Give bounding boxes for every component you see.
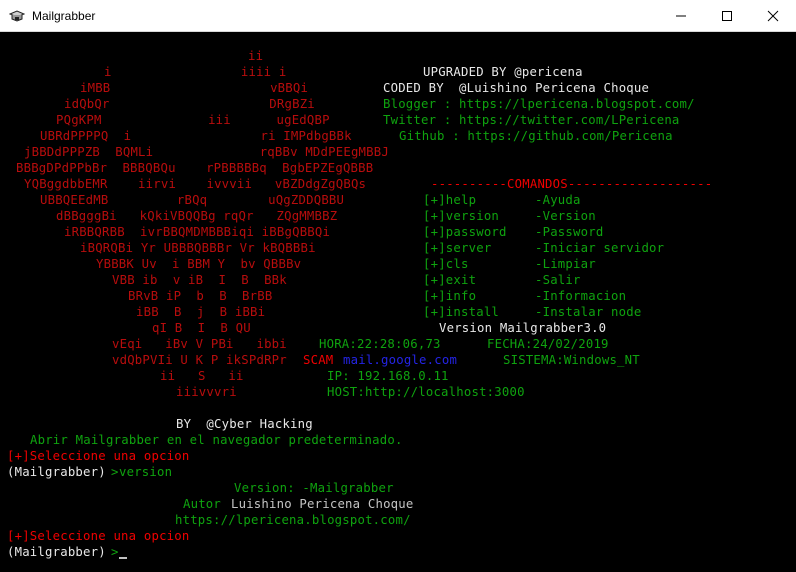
banner-art-line: idQbQr DRgBZi xyxy=(64,97,315,111)
banner-art-line: ii S ii xyxy=(160,369,244,383)
menu-desc-info: -Informacion xyxy=(535,289,627,303)
banner-art-line: BBBgDPdPPbBr BBBQBQu rPBBBBBq BgbEPZEgQB… xyxy=(16,161,374,175)
banner-art-line: iBQRQBi Yr UBBBQBBBr Vr kBQBBBi xyxy=(80,241,316,255)
autor-url: https://lpericena.blogspot.com/ xyxy=(175,513,411,527)
minimize-button[interactable] xyxy=(658,0,704,31)
menu-desc-help: -Ayuda xyxy=(535,193,581,207)
scam-label: SCAM xyxy=(303,353,334,367)
menu-cmd-exit: [+]exit xyxy=(423,273,477,287)
menu-desc-install: -Instalar node xyxy=(535,305,642,319)
prompt-arrow: > xyxy=(111,465,119,479)
mailgrabber-app-icon xyxy=(8,8,26,24)
hora-status: HORA:22:28:06,73 xyxy=(319,337,441,351)
select-option-prompt: [+]Seleccione una opcion xyxy=(7,449,190,463)
menu-cmd-install: [+]install xyxy=(423,305,500,319)
menu-cmd-help: [+]help xyxy=(423,193,477,207)
version-line: Version Mailgrabber3.0 xyxy=(439,321,607,335)
banner-art-line: jBBDdPPPZB BQMLi rqBBv MDdPEEgMBBJ xyxy=(24,145,389,159)
minimize-icon xyxy=(676,15,686,17)
window-titlebar[interactable]: Mailgrabber xyxy=(0,0,796,32)
banner-art-line: iBB B j B iBBi xyxy=(136,305,266,319)
twitter-link: Twitter : https://twitter.com/LPericena xyxy=(383,113,680,127)
scam-target: mail.google.com xyxy=(343,353,458,367)
prompt-arrow: > xyxy=(111,545,119,559)
by-line: BY @Cyber Hacking xyxy=(176,417,313,431)
menu-cmd-version: [+]version xyxy=(423,209,500,223)
fecha-status: FECHA:24/02/2019 xyxy=(487,337,609,351)
blogger-link: Blogger : https://lpericena.blogspot.com… xyxy=(383,97,695,111)
close-button[interactable] xyxy=(750,0,796,31)
banner-art-line: YQBggdbbEMR iirvi ivvvii vBZDdgZgQBQs xyxy=(24,177,367,191)
menu-desc-cls: -Limpiar xyxy=(535,257,596,271)
ip-status: IP: 192.168.0.11 xyxy=(327,369,449,383)
close-icon xyxy=(767,10,779,22)
menu-cmd-cls: [+]cls xyxy=(423,257,469,271)
banner-art-line: vdQbPVIi U K P ikSPdRPr xyxy=(112,353,287,367)
menu-cmd-password: [+]password xyxy=(423,225,507,239)
banner-art-line: PQgKPM iii ugEdQBP xyxy=(56,113,330,127)
banner-art-line: i iiii i xyxy=(104,65,287,79)
sistema-status: SISTEMA:Windows_NT xyxy=(503,353,640,367)
banner-art-line: YBBBK Uv i BBM Y bv QBBBv xyxy=(96,257,302,271)
banner-art-line: UBRdPPPPQ i ri IMPdbgBBk xyxy=(40,129,352,143)
entered-command: version xyxy=(119,465,173,479)
banner-art-line: BRvB iP b B BrBB xyxy=(128,289,273,303)
autor-name: Luishino Pericena Choque xyxy=(231,497,414,511)
window-title: Mailgrabber xyxy=(32,9,96,23)
github-link: Github : https://github.com/Pericena xyxy=(399,129,673,143)
banner-art-line: VBB ib v iB I B BBk xyxy=(112,273,287,287)
menu-header: ----------COMANDOS------------------- xyxy=(431,177,713,191)
coded-by-line: CODED BY @Luishino Pericena Choque xyxy=(383,81,650,95)
banner-art-line: vEqi iBv V PBi ibbi xyxy=(112,337,287,351)
maximize-button[interactable] xyxy=(704,0,750,31)
upgraded-by-line: UPGRADED BY @pericena xyxy=(423,65,583,79)
banner-art-line: iiivvvri xyxy=(176,385,237,399)
menu-desc-password: -Password xyxy=(535,225,604,239)
banner-art-line: dBBgggBi kQkiVBQQBg rqQr ZQgMMBBZ xyxy=(56,209,338,223)
menu-cmd-server: [+]server xyxy=(423,241,492,255)
banner-art-line: qI B I B QU xyxy=(152,321,251,335)
menu-desc-server: -Iniciar servidor xyxy=(535,241,665,255)
banner-art-line: iRBBQRBB ivrBBQMDMBBBiqi iBBgQBBQi xyxy=(64,225,331,239)
menu-desc-version: -Version xyxy=(535,209,596,223)
text-cursor[interactable] xyxy=(119,557,127,559)
console-output[interactable]: ii i iiii i iMBB vBBQi idQbQr DRgBZi PQg… xyxy=(0,32,796,572)
version-output: Version: -Mailgrabber xyxy=(234,481,394,495)
open-browser-message: Abrir Mailgrabber en el navegador predet… xyxy=(30,433,403,447)
banner-art-line: ii xyxy=(248,49,264,63)
banner-art-line: iMBB vBBQi xyxy=(80,81,309,95)
prompt-label: (Mailgrabber) xyxy=(7,545,106,559)
prompt-label: (Mailgrabber) xyxy=(7,465,106,479)
select-option-prompt: [+]Seleccione una opcion xyxy=(7,529,190,543)
banner-art-line: UBBQEEdMB rBQq uQgZDDQBBU xyxy=(40,193,345,207)
autor-label: Autor xyxy=(183,497,222,511)
host-status: HOST:http://localhost:3000 xyxy=(327,385,525,399)
menu-cmd-info: [+]info xyxy=(423,289,477,303)
maximize-icon xyxy=(722,11,732,21)
menu-desc-exit: -Salir xyxy=(535,273,581,287)
